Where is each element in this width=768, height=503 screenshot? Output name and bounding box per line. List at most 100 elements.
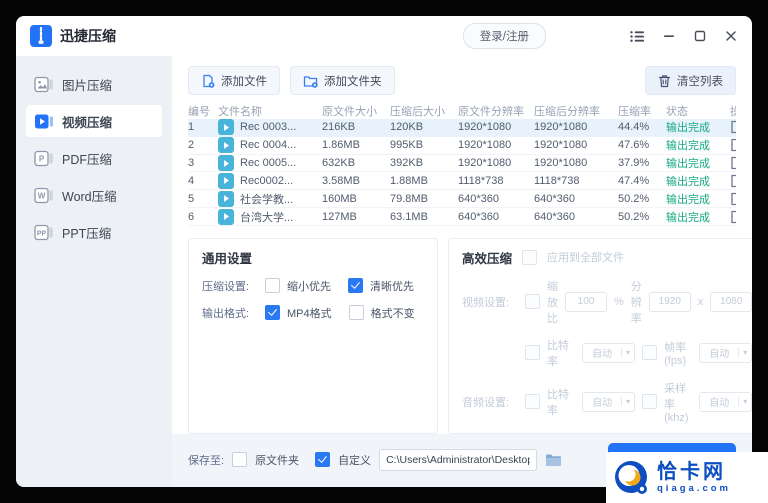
audio-bitrate-label: 比特率 xyxy=(547,388,569,417)
sample-rate-select[interactable]: 自动 ▾ xyxy=(699,391,752,412)
play-icon xyxy=(218,119,234,136)
mp4-format-label: MP4格式 xyxy=(287,307,332,320)
clear-list-button[interactable]: 清空列表 xyxy=(645,66,736,95)
scale-checkbox[interactable] xyxy=(525,294,540,310)
row-number: 3 xyxy=(188,157,195,170)
orig-size: 160MB xyxy=(322,192,357,205)
save-path-input[interactable] xyxy=(379,448,538,471)
svg-text:P: P xyxy=(39,154,45,163)
size-priority-checkbox[interactable] xyxy=(265,278,280,294)
sidebar-item-pdf-compress[interactable]: P PDF压缩 xyxy=(26,142,162,174)
pdf-compress-icon: P xyxy=(34,150,54,167)
orig-res: 1920*1080 xyxy=(458,121,512,134)
sidebar-item-label: PPT压缩 xyxy=(62,226,112,241)
audio-bitrate-checkbox[interactable] xyxy=(525,394,540,410)
comp-size: 120KB xyxy=(390,121,424,134)
open-output-icon[interactable] xyxy=(730,156,736,170)
ratio: 44.4% xyxy=(618,121,650,134)
add-file-label: 添加文件 xyxy=(221,75,267,88)
row-number: 2 xyxy=(188,139,195,152)
comp-res: 1920*1080 xyxy=(534,139,588,152)
open-output-icon[interactable] xyxy=(730,120,736,134)
table-row[interactable]: 2 Rec 0004... 1.86MB 995KB 1920*1080 192… xyxy=(188,137,736,155)
add-file-button[interactable]: 添加文件 xyxy=(188,66,280,95)
open-output-icon[interactable] xyxy=(730,174,736,188)
output-format-label: 输出格式: xyxy=(202,307,250,320)
sidebar-item-word-compress[interactable]: W Word压缩 xyxy=(26,179,162,211)
file-name-cell: 台湾大学... xyxy=(218,208,322,225)
video-bitrate-select[interactable]: 自动 ▾ xyxy=(582,342,636,363)
custom-folder-checkbox[interactable] xyxy=(315,452,331,467)
file-name: Rec 0003... xyxy=(240,121,297,134)
original-folder-checkbox[interactable] xyxy=(232,452,248,467)
open-output-icon[interactable] xyxy=(730,210,736,224)
add-folder-label: 添加文件夹 xyxy=(324,75,382,88)
add-folder-button[interactable]: 添加文件夹 xyxy=(290,66,395,95)
clarity-priority-checkbox[interactable] xyxy=(348,278,363,294)
file-name: 社会学教... xyxy=(240,193,294,206)
close-icon[interactable] xyxy=(723,29,738,44)
sidebar-item-video-compress[interactable]: 视频压缩 xyxy=(26,105,162,137)
times-label: x xyxy=(697,295,704,308)
video-bitrate-checkbox[interactable] xyxy=(525,345,540,361)
svg-text:PP: PP xyxy=(37,230,47,237)
ratio: 50.2% xyxy=(618,192,650,205)
play-icon xyxy=(218,137,234,154)
row-number: 5 xyxy=(188,192,195,205)
status-badge: 输出完成 xyxy=(666,158,710,171)
settings-section: 通用设置 压缩设置: 缩小优先 清晰优先 输出格式: MP4格式 格式不变 高效… xyxy=(188,237,752,434)
app-title: 迅捷压缩 xyxy=(60,28,116,44)
resolution-width-input[interactable]: 1920 xyxy=(648,291,691,312)
table-row[interactable]: 6 台湾大学... 127MB 63.1MB 640*360 640*360 5… xyxy=(188,208,736,226)
ratio: 47.6% xyxy=(618,139,650,152)
maximize-icon[interactable] xyxy=(692,29,707,44)
image-compress-icon xyxy=(34,76,54,93)
chevron-down-icon: ▾ xyxy=(738,348,751,358)
sidebar: 图片压缩 视频压缩 P PDF压缩 W Word压缩 PP PPT压缩 xyxy=(16,56,172,487)
add-file-icon xyxy=(203,74,215,88)
file-name-cell: Rec0002... xyxy=(218,172,322,189)
mp4-format-checkbox[interactable] xyxy=(265,305,280,321)
clear-list-label: 清空列表 xyxy=(677,75,723,88)
video-bitrate-label: 比特率 xyxy=(547,339,569,368)
orig-res: 1920*1080 xyxy=(458,157,512,170)
browse-folder-icon[interactable] xyxy=(545,453,562,467)
row-number: 4 xyxy=(188,174,195,187)
open-output-icon[interactable] xyxy=(730,192,736,206)
fps-select[interactable]: 自动 ▾ xyxy=(699,342,752,363)
table-row[interactable]: 3 Rec 0005... 632KB 392KB 1920*1080 1920… xyxy=(188,155,736,173)
file-name-cell: 社会学教... xyxy=(218,190,322,207)
table-row[interactable]: 1 Rec 0003... 216KB 120KB 1920*1080 1920… xyxy=(188,119,736,137)
apply-all-checkbox[interactable] xyxy=(522,249,538,265)
minimize-icon[interactable] xyxy=(661,29,676,44)
audio-bitrate-select[interactable]: 自动 ▾ xyxy=(582,391,636,412)
table-row[interactable]: 5 社会学教... 160MB 79.8MB 640*360 640*360 5… xyxy=(188,190,736,209)
sidebar-item-ppt-compress[interactable]: PP PPT压缩 xyxy=(26,216,162,248)
orig-res: 640*360 xyxy=(458,192,499,205)
orig-size: 127MB xyxy=(322,210,357,223)
status-badge: 输出完成 xyxy=(666,211,710,224)
keep-format-checkbox[interactable] xyxy=(348,305,364,321)
watermark-name: 恰卡网 xyxy=(657,460,726,483)
scale-value-input[interactable]: 100 xyxy=(565,291,607,312)
open-output-icon[interactable] xyxy=(730,138,736,152)
resolution-height-input[interactable]: 1080 xyxy=(710,291,752,312)
apply-all-label: 应用到全部文件 xyxy=(547,252,625,265)
table-header: 编号 文件名称 原文件大小 压缩后大小 原文件分辨率 压缩后分辨率 压缩率 状态… xyxy=(188,103,736,119)
sidebar-item-label: PDF压缩 xyxy=(62,152,113,167)
fps-checkbox[interactable] xyxy=(642,345,658,361)
general-settings-title: 通用设置 xyxy=(202,251,253,266)
login-button[interactable]: 登录/注册 xyxy=(462,23,546,49)
status-badge: 输出完成 xyxy=(666,122,710,135)
header-no: 编号 xyxy=(188,106,210,118)
header-comp-res: 压缩后分辨率 xyxy=(534,106,600,118)
sidebar-item-image-compress[interactable]: 图片压缩 xyxy=(26,68,162,100)
toolbar: 添加文件 添加文件夹 清空列表 xyxy=(188,66,736,95)
task-list-icon[interactable] xyxy=(630,29,645,44)
header-orig-size: 原文件大小 xyxy=(322,106,377,118)
window-controls xyxy=(630,29,738,44)
sample-rate-checkbox[interactable] xyxy=(642,394,658,410)
file-name-cell: Rec 0004... xyxy=(218,137,322,154)
table-row[interactable]: 4 Rec0002... 3.58MB 1.88MB 1118*738 1118… xyxy=(188,172,736,191)
keep-format-label: 格式不变 xyxy=(370,307,415,320)
